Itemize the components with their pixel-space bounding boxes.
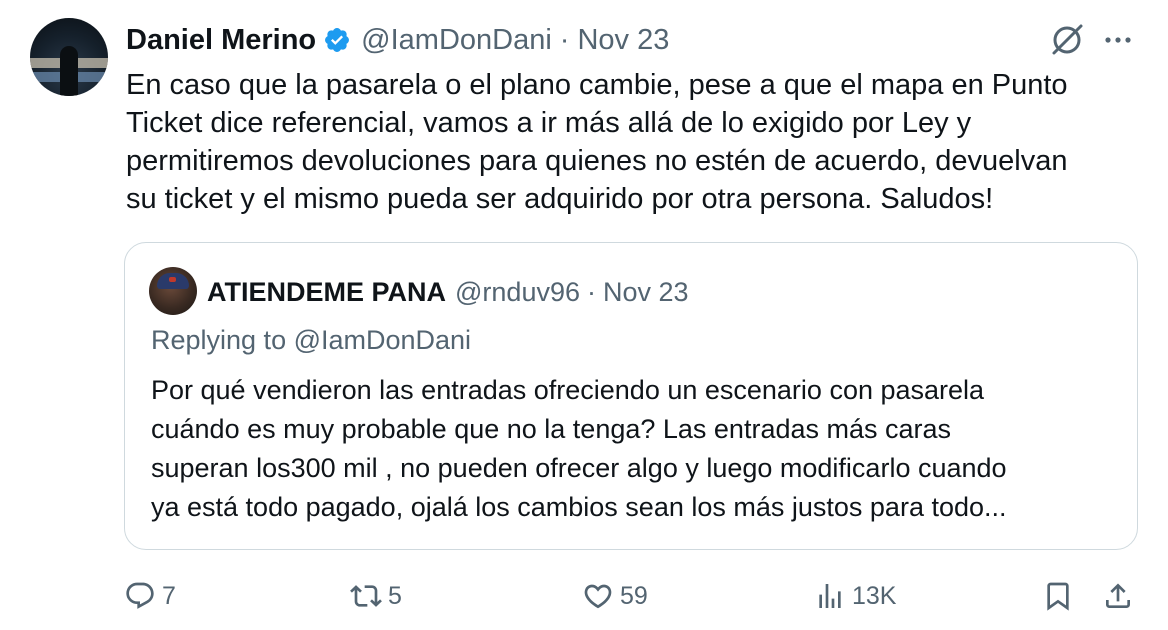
author-name[interactable]: Daniel Merino	[126, 24, 316, 57]
reply-button[interactable]: 7	[124, 574, 176, 618]
tweet-text: En caso que la pasarela o el plano cambi…	[126, 66, 1146, 218]
quoted-text-line: superan los300 mil , no pueden ofrecer a…	[151, 453, 1007, 483]
avatar-detail	[169, 277, 176, 282]
quoted-tweet-date: Nov 23	[603, 276, 689, 307]
views-icon	[819, 584, 841, 608]
like-button[interactable]: 59	[582, 574, 648, 618]
repost-count: 5	[388, 581, 402, 610]
author-avatar[interactable]	[30, 18, 108, 96]
grok-icon[interactable]	[1048, 21, 1086, 59]
heart-icon	[584, 584, 612, 609]
tweet-actions: 7 5 59 13K	[0, 574, 1168, 618]
quoted-text-line: Por qué vendieron las entradas ofreciend…	[151, 375, 985, 405]
quoted-text-line: cuándo es muy probable que no la tenga? …	[151, 414, 952, 444]
quoted-author-avatar[interactable]	[149, 267, 197, 315]
quoted-tweet[interactable]: ATIENDEME PANA @rnduv96 · Nov 23 Replyin…	[124, 242, 1138, 550]
share-button[interactable]	[1102, 574, 1134, 618]
tweet-header: Daniel Merino @IamDonDani · Nov 23	[126, 22, 669, 58]
author-handle[interactable]: @IamDonDani	[361, 24, 552, 57]
bookmark-icon	[1047, 582, 1069, 611]
replying-to-label: Replying to @IamDonDani	[151, 325, 472, 355]
avatar-detail	[60, 46, 78, 96]
reply-count: 7	[162, 581, 176, 610]
separator-dot: ·	[587, 276, 596, 307]
separator-dot: ·	[559, 23, 570, 56]
like-count: 59	[620, 581, 648, 610]
share-icon	[1106, 583, 1130, 608]
views-count: 13K	[852, 581, 897, 610]
tweet-text-line: En caso que la pasarela o el plano cambi…	[126, 69, 1068, 101]
tweet-date[interactable]: Nov 23	[577, 24, 669, 57]
quoted-tweet-header: ATIENDEME PANA @rnduv96 · Nov 23	[207, 275, 689, 309]
more-icon[interactable]	[1100, 24, 1136, 56]
repost-button[interactable]: 5	[350, 574, 402, 618]
repost-icon	[350, 585, 382, 607]
quoted-tweet-text: Por qué vendieron las entradas ofreciend…	[151, 371, 1121, 527]
verified-badge-icon[interactable]	[323, 26, 351, 54]
views-button[interactable]: 13K	[814, 574, 896, 618]
reply-icon	[126, 582, 154, 609]
bookmark-button[interactable]	[1042, 574, 1074, 618]
tweet-text-line: permitiremos devoluciones para quienes n…	[126, 145, 1068, 177]
quoted-text-line: ya está todo pagado, ojalá los cambios s…	[151, 492, 1007, 522]
quoted-author-handle: @rnduv96	[455, 276, 580, 307]
quoted-author-name: ATIENDEME PANA	[207, 276, 447, 307]
tweet-text-line: su ticket y el mismo pueda ser adquirido…	[126, 183, 994, 215]
tweet-text-line: Ticket dice referencial, vamos a ir más …	[126, 107, 972, 139]
